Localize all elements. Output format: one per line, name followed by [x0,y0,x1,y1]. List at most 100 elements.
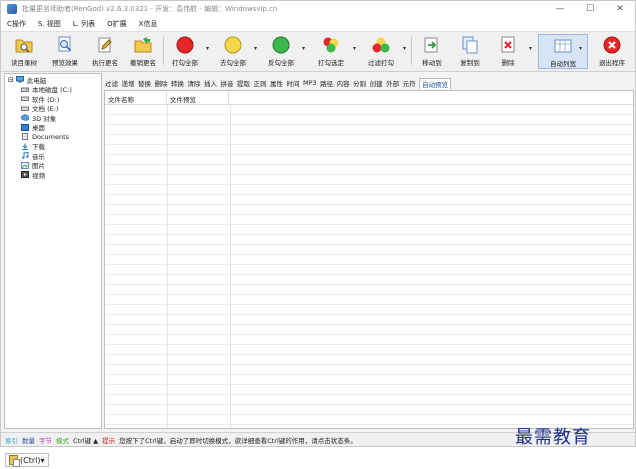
menu-info[interactable]: X信息 [133,19,164,29]
copy-to-button[interactable]: 复制到 [453,34,487,69]
tab-pinyin[interactable]: 拼音 [221,78,234,88]
tab-auto-preview[interactable]: 自动预览 [419,77,452,89]
title-bar: 批量更名师助者(RenGod) v2.6.3.0321 - 开发：袁伟航 - 编… [1,1,635,17]
status-ctrl-key: Ctrl键 ▲ [73,436,99,445]
window-title: 批量更名师助者(RenGod) v2.6.3.0321 - 开发：袁伟航 - 编… [22,5,278,13]
check-all-button[interactable]: 打勾全部 [167,34,203,69]
tab-meta[interactable]: 元符 [403,78,416,88]
execute-rename-button[interactable]: 执行更名 [87,34,123,69]
check-selected-button[interactable]: 打勾选定 [311,34,351,69]
column-header-preview[interactable]: 文件预览 [167,91,229,104]
tab-mp3[interactable]: MP3 [303,79,317,87]
tree-item-drive-e[interactable]: 文档 (E:) [5,104,101,113]
check-selected-dropdown-icon[interactable]: ▾ [353,45,356,52]
undo-folder-icon [134,37,152,53]
video-icon [21,171,29,179]
close-button[interactable]: ✕ [605,1,635,17]
tab-split[interactable]: 分割 [353,78,366,88]
undo-rename-button[interactable]: 撤销更名 [125,34,161,69]
read-tree-label: 读目录树 [11,59,37,67]
uncheck-all-label: 去勾全部 [220,59,246,67]
yellow-circle-icon [224,36,242,54]
tab-convert[interactable]: 转换 [171,78,184,88]
toolbar-separator [163,37,164,65]
column-header-filename[interactable]: 文件名称 [105,91,167,104]
tab-extract[interactable]: 提取 [237,78,250,88]
tree-item-label: 音乐 [32,152,45,161]
auto-width-label: 自动列宽 [550,60,576,68]
tab-clear[interactable]: 清除 [188,78,201,88]
tab-replace[interactable]: 替换 [138,78,151,88]
menu-list[interactable]: L. 列表 [67,19,101,29]
execute-rename-label: 执行更名 [92,59,118,67]
folder-tree[interactable]: ⊟ 此电脑 本地磁盘 (C:) 软件 (D:) 文档 (E:) 3D 对象 桌面… [4,73,102,429]
filter-check-dropdown-icon[interactable]: ▾ [403,45,406,52]
filter-check-button[interactable]: 过滤打勾 [361,34,401,69]
delete-button[interactable]: 删除 [493,34,523,69]
tree-item-desktop[interactable]: 桌面 [5,123,101,132]
delete-dropdown-icon[interactable]: ▾ [529,45,532,52]
preview-button[interactable]: 预览效果 [47,34,83,69]
menu-operate[interactable]: C操作 [1,19,32,29]
drive-icon [21,96,29,102]
tab-filter[interactable]: 过滤 [105,78,118,88]
invert-check-dropdown-icon[interactable]: ▾ [302,45,305,52]
check-all-dropdown-icon[interactable]: ▾ [206,45,209,52]
music-icon [22,152,29,160]
tree-item-music[interactable]: 音乐 [5,151,101,161]
uncheck-all-button[interactable]: 去勾全部 [215,34,251,69]
status-index: 索引 [5,436,18,445]
toolbar: 读目录树 预览效果 执行更名 撤销更名 打勾全部 ▾ 去勾全部 ▾ 反勾全部 ▾… [1,32,635,72]
drive-icon [21,106,29,111]
tab-attributes[interactable]: 属性 [270,78,283,88]
maximize-button[interactable]: ☐ [575,1,605,17]
file-list-grid[interactable]: 文件名称 文件预览 [104,90,634,429]
tab-create[interactable]: 创建 [370,78,383,88]
tree-item-videos[interactable]: 视频 [5,170,101,180]
tab-delete[interactable]: 删除 [155,78,168,88]
invert-check-button[interactable]: 反勾全部 [263,34,299,69]
status-hint-text[interactable]: 您按下了Ctrl键，启动了即时切换模式，欲详细查看Ctrl键的作用，请点击状态条… [119,435,357,445]
tree-item-downloads[interactable]: 下载 [5,142,101,151]
tab-path[interactable]: 路径 [320,78,333,88]
red-circle-icon [176,36,194,54]
preview-label: 预览效果 [52,59,78,67]
clipboard-icon [9,455,20,467]
delete-label: 删除 [501,59,515,67]
tree-item-drive-d[interactable]: 软件 (D:) [5,94,101,104]
column-divider [230,105,231,428]
read-tree-button[interactable]: 读目录树 [5,34,43,69]
uncheck-all-dropdown-icon[interactable]: ▾ [254,45,257,52]
multi-color-circle-icon [323,37,339,53]
status-hint-label: 提示 [102,436,116,445]
watermark: 最需教育 [515,427,591,448]
tree-item-label: 本地磁盘 (C:) [32,86,72,95]
tree-item-documents[interactable]: Documents [5,132,101,142]
collapse-icon[interactable]: ⊟ [8,76,14,84]
move-to-button[interactable]: 移动到 [415,34,449,69]
paste-options-button[interactable]: (Ctrl)▾ [5,453,49,467]
tab-external[interactable]: 外部 [386,78,399,88]
menu-extend[interactable]: O扩展 [101,19,133,29]
status-bytes: 字节 [39,436,52,445]
tab-increment[interactable]: 递增 [122,78,135,88]
tab-time[interactable]: 时间 [287,78,300,88]
filter-check-label: 过滤打勾 [368,59,394,67]
tab-content[interactable]: 内容 [337,78,350,88]
minimize-button[interactable]: — [545,1,575,17]
green-circle-icon [272,36,290,54]
status-mode: 模式 [56,436,69,445]
exit-label: 退出程序 [599,59,625,67]
auto-width-dropdown-icon[interactable]: ▾ [579,45,582,52]
tab-insert[interactable]: 插入 [204,78,217,88]
tree-item-this-pc[interactable]: ⊟ 此电脑 [5,75,101,85]
copy-to-label: 复制到 [460,59,480,67]
tree-item-3d-objects[interactable]: 3D 对象 [5,113,101,123]
check-selected-label: 打勾选定 [318,59,344,67]
tree-item-pictures[interactable]: 图片 [5,161,101,170]
exit-button[interactable]: 退出程序 [593,34,631,69]
tree-item-drive-c[interactable]: 本地磁盘 (C:) [5,85,101,95]
menu-view[interactable]: S. 视图 [32,19,67,29]
tab-regex[interactable]: 正则 [254,78,267,88]
grid-header: 文件名称 文件预览 [105,91,633,105]
